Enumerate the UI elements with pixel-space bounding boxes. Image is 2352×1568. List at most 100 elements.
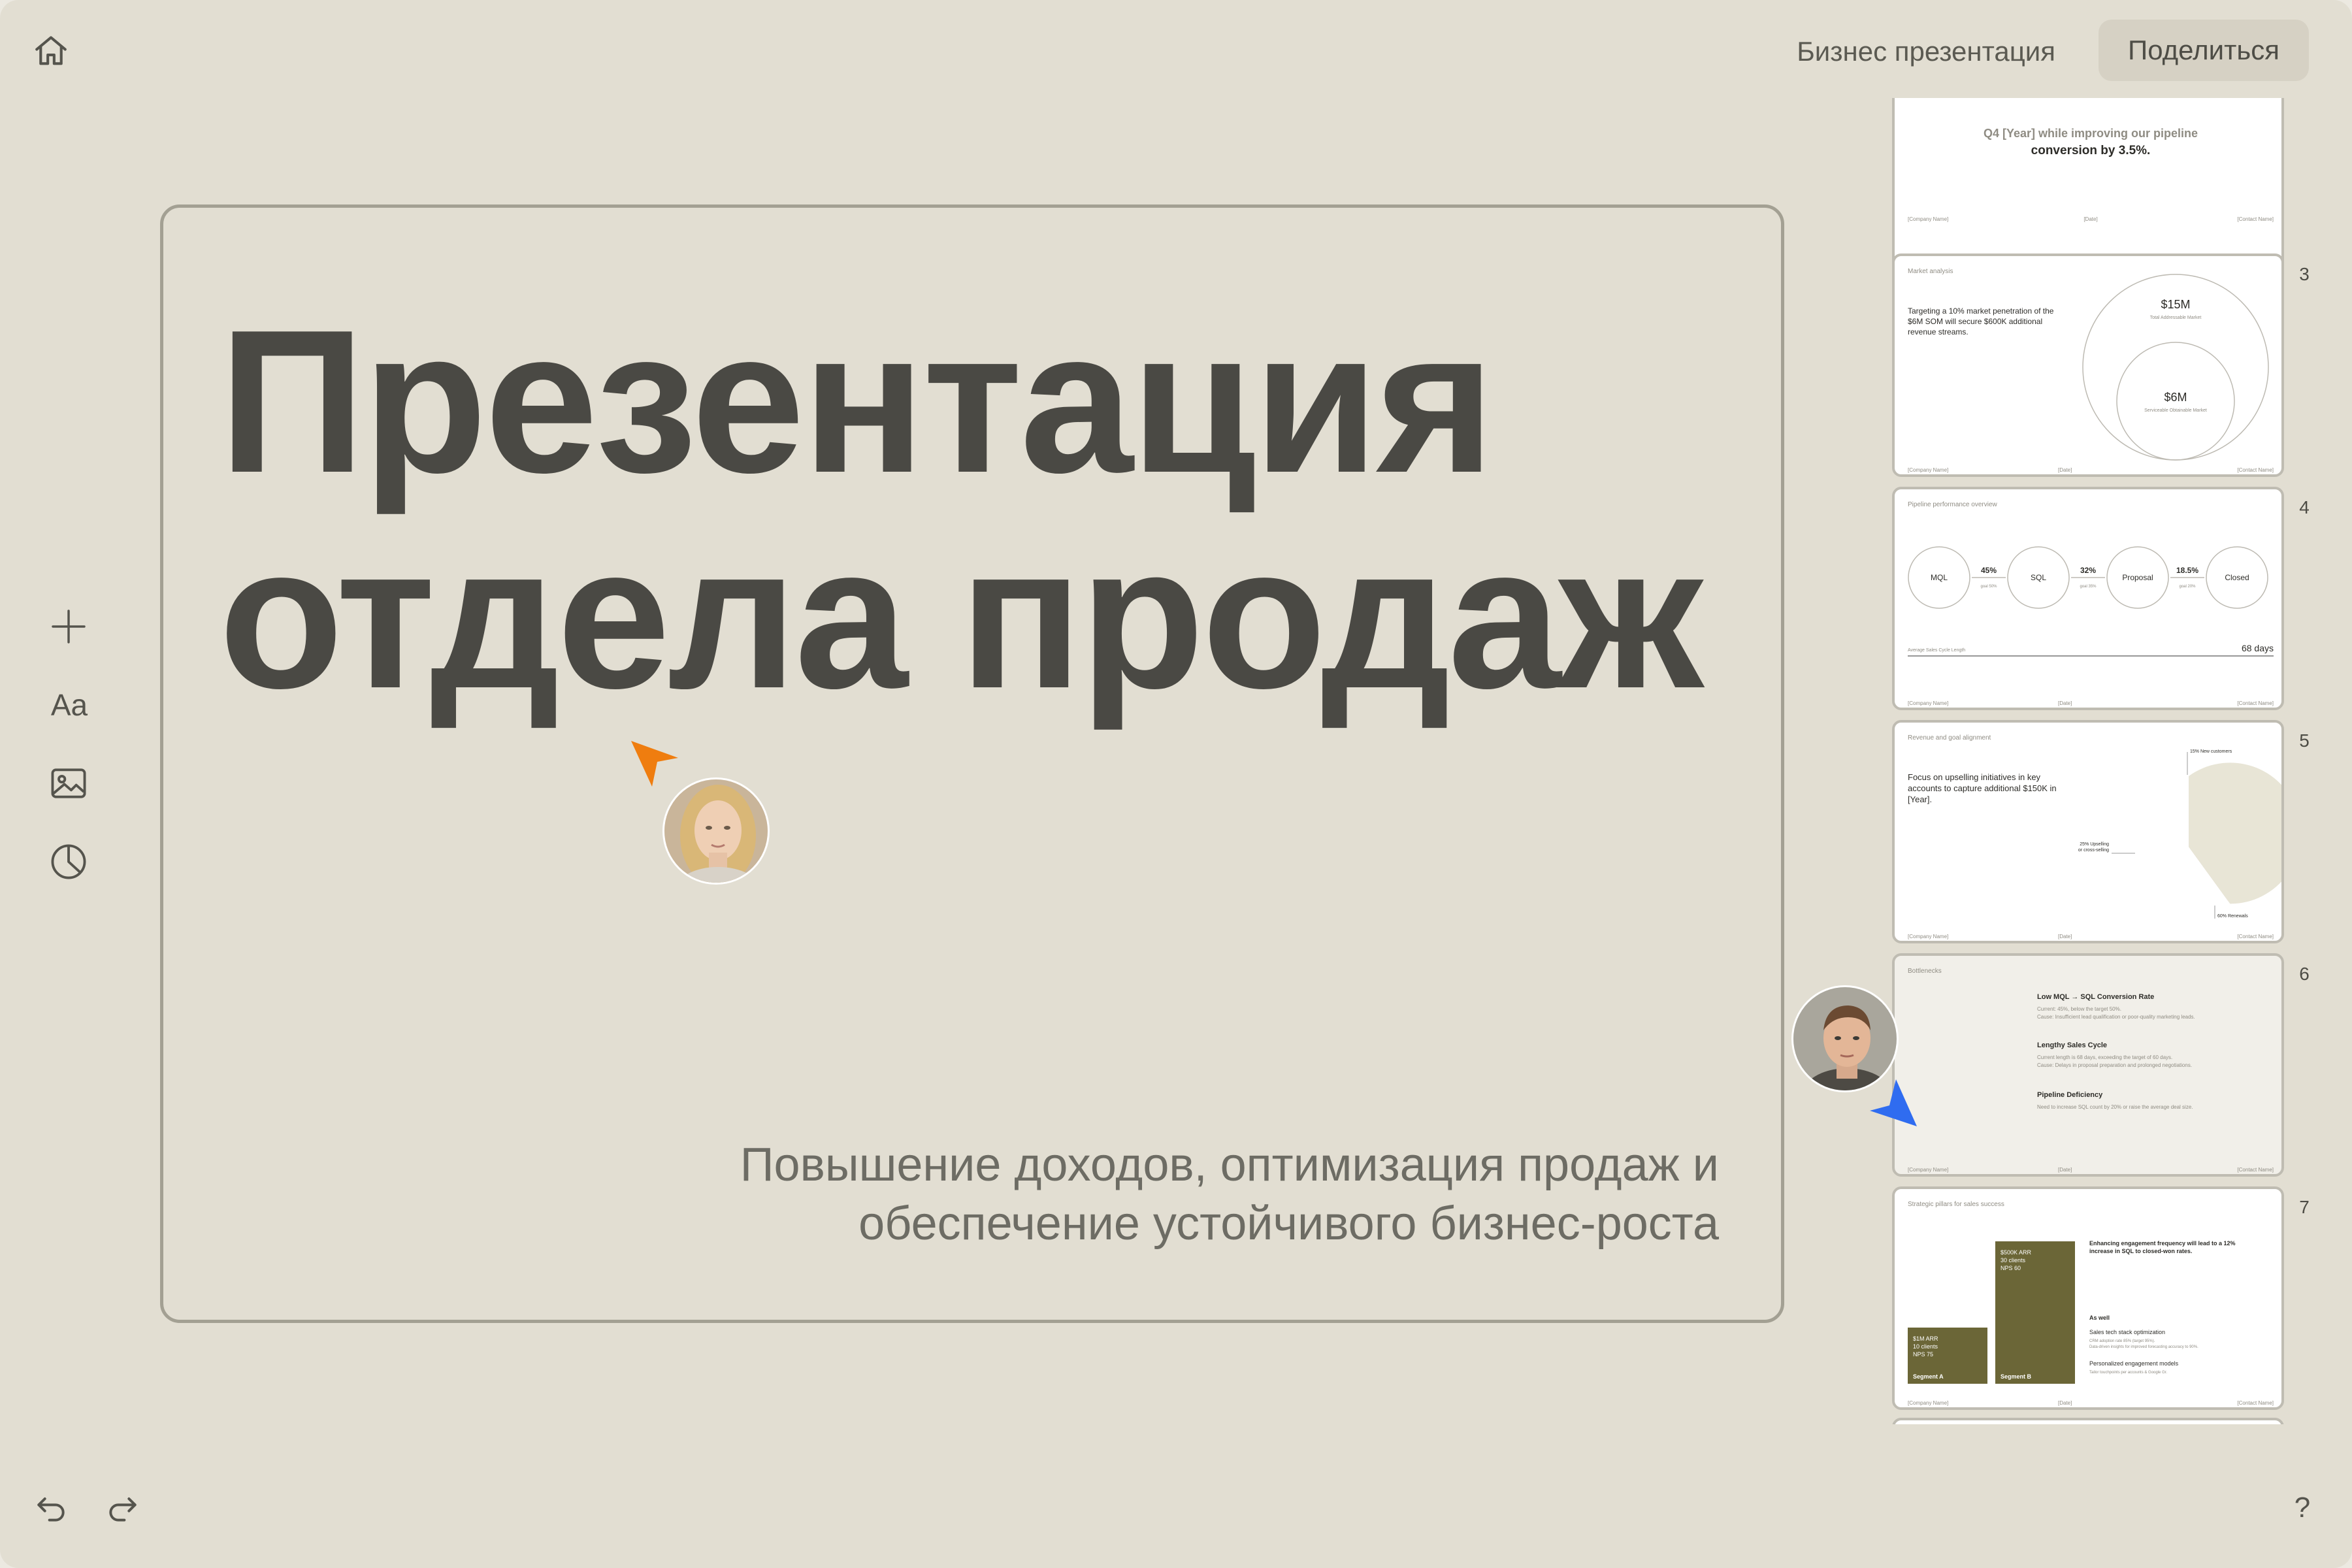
home-button[interactable] xyxy=(29,29,73,73)
collaborator-cursor-blue xyxy=(1867,1077,1919,1132)
thumb-7-opt-2-desc-1: Tailor touchpoints per accounts & Google… xyxy=(2089,1371,2167,1375)
thumb-5-footer-left: [Company Name] xyxy=(1908,934,1948,939)
thumb-number-7: 7 xyxy=(2299,1197,2310,1217)
thumb-4-goal-2: goal 35% xyxy=(2080,585,2097,589)
thumb-6-item-3-title: Pipeline Deficiency xyxy=(2037,1091,2103,1099)
thumb-7-seg-b-line-2: 30 clients xyxy=(2001,1257,2026,1264)
help-icon: ? xyxy=(2294,1492,2311,1524)
thumb-number-6: 6 xyxy=(2299,964,2310,984)
thumb-3-big-value: $15M xyxy=(2161,298,2190,311)
slide-thumbnail-4[interactable]: Pipeline performance overview MQL SQL Pr… xyxy=(1892,487,2284,710)
app-window: Бизнес презентация Поделиться Aa ? Презе… xyxy=(0,0,2352,1568)
thumb-6-item-1-title: Low MQL → SQL Conversion Rate xyxy=(2037,993,2154,1001)
thumb-2-text-2: conversion by 3.5%. xyxy=(2031,144,2151,157)
redo-icon xyxy=(105,1490,141,1526)
thumb-3-body-3: revenue streams. xyxy=(1908,327,1968,336)
slide-thumbnail-8[interactable] xyxy=(1892,1418,2284,1424)
thumb-4-goal-1: goal 50% xyxy=(1980,585,1997,589)
main-slide[interactable]: Презентация отдела продаж Повышение дохо… xyxy=(160,204,1784,1323)
slide-subtitle-line-1: Повышение доходов, оптимизация продаж и xyxy=(740,1139,1719,1191)
thumb-5-pie-slice-renewals xyxy=(2189,762,2281,904)
thumb-2-footer-left: [Company Name] xyxy=(1908,216,1948,222)
thumb-7-right-title-2: increase in SQL to closed-won rates. xyxy=(2089,1248,2192,1254)
thumb-7-seg-a-name: Segment A xyxy=(1913,1373,1944,1380)
thumb-6-item-2-line-2: Cause: Delays in proposal preparation an… xyxy=(2037,1062,2192,1068)
slide-title[interactable]: Презентация отдела продаж xyxy=(219,294,1703,731)
thumb-4-conv-2: 32% xyxy=(2080,566,2096,575)
thumb-4-stage-4-label: Closed xyxy=(2225,573,2249,582)
thumb-2-footer-mid: [Date] xyxy=(2083,216,2097,222)
thumb-7-seg-b-line-3: NPS 60 xyxy=(2001,1265,2021,1271)
thumb-5-body-3: [Year]. xyxy=(1908,794,1932,804)
slide-thumbnail-6[interactable]: Bottlenecks Low MQL → SQL Conversion Rat… xyxy=(1892,953,2284,1177)
thumb-5-pie-label-a: 15% New customers xyxy=(2190,749,2232,754)
thumb-6-footer-left: [Company Name] xyxy=(1908,1167,1948,1173)
thumb-5-pie-label-c: 60% Renewals xyxy=(2217,914,2248,919)
slide-thumbnail-7[interactable]: Strategic pillars for sales success $1M … xyxy=(1892,1186,2284,1410)
slide-thumbnails-panel[interactable]: Q4 [Year] while improving our pipeline c… xyxy=(1892,98,2295,1424)
document-title[interactable]: Бизнес презентация xyxy=(1797,31,2055,72)
slide-title-line-2: отдела продаж xyxy=(219,504,1703,731)
share-button[interactable]: Поделиться xyxy=(2099,20,2309,81)
thumb-7-seg-a-line-1: $1M ARR xyxy=(1913,1335,1938,1342)
thumb-3-body-1: Targeting a 10% market penetration of th… xyxy=(1908,306,2054,316)
undo-icon xyxy=(33,1490,69,1526)
thumb-7-seg-b-name: Segment B xyxy=(2001,1373,2032,1380)
thumb-7-footer-left: [Company Name] xyxy=(1908,1400,1948,1406)
thumb-4-stage-1-label: MQL xyxy=(1931,573,1948,582)
add-element-button[interactable] xyxy=(46,604,91,649)
thumb-5-pie-label-b1: 25% Upselling xyxy=(2080,842,2109,847)
thumb-3-body-2: $6M SOM will secure $600K additional xyxy=(1908,317,2042,326)
thumb-2-footer-right: [Contact Name] xyxy=(2237,216,2274,222)
thumb-4-stage-2-label: SQL xyxy=(2031,573,2046,582)
thumb-7-opt-1-desc-1: CRM adoption rate 85% (target 95%). xyxy=(2089,1339,2155,1343)
plus-icon xyxy=(48,606,90,647)
pie-chart-icon xyxy=(48,841,89,882)
slide-subtitle[interactable]: Повышение доходов, оптимизация продаж и … xyxy=(740,1135,1719,1253)
thumb-7-seg-b-line-1: $500K ARR xyxy=(2001,1249,2032,1256)
collaborator-avatar-woman xyxy=(662,777,770,885)
slide-thumbnail-3[interactable]: Market analysis Targeting a 10% market p… xyxy=(1892,253,2284,477)
undo-button[interactable] xyxy=(29,1486,73,1530)
thumb-6-item-1-line-2: Cause: Insufficient lead qualification o… xyxy=(2037,1014,2195,1020)
thumb-7-footer-mid: [Date] xyxy=(2058,1400,2072,1406)
thumb-4-cycle-value: 68 days xyxy=(2242,643,2274,653)
thumb-5-footer-right: [Contact Name] xyxy=(2237,934,2274,939)
redo-button[interactable] xyxy=(101,1486,145,1530)
thumb-5-pie-chart xyxy=(2189,762,2281,904)
thumb-5-pie-label-b2: or cross-selling xyxy=(2078,848,2109,853)
thumb-7-opt-2: Personalized engagement models xyxy=(2089,1360,2179,1367)
thumb-4-footer-right: [Contact Name] xyxy=(2237,700,2274,706)
thumb-7-seg-a-line-3: NPS 75 xyxy=(1913,1351,1933,1358)
collaborator-cursor-orange xyxy=(629,738,681,794)
text-tool-button[interactable]: Aa xyxy=(43,682,95,728)
thumb-3-small-value: $6M xyxy=(2164,391,2187,404)
image-tool-button[interactable] xyxy=(46,760,91,806)
thumb-3-small-label: Serviceable Obtainable Market xyxy=(2144,408,2207,413)
thumb-4-stage-3-label: Proposal xyxy=(2122,573,2153,582)
thumb-7-as-well: As well xyxy=(2089,1315,2110,1321)
slide-subtitle-line-2: обеспечение устойчивого бизнес-роста xyxy=(858,1198,1719,1250)
thumb-3-footer-mid: [Date] xyxy=(2058,467,2072,473)
thumb-3-footer-right: [Contact Name] xyxy=(2237,467,2274,473)
thumb-4-footer-mid: [Date] xyxy=(2058,700,2072,706)
thumb-7-right-title-1: Enhancing engagement frequency will lead… xyxy=(2089,1240,2236,1247)
thumb-7-opt-1: Sales tech stack optimization xyxy=(2089,1329,2165,1335)
thumb-6-item-3-line-1: Need to increase SQL count by 20% or rai… xyxy=(2037,1104,2193,1110)
thumb-2-text-1: Q4 [Year] while improving our pipeline xyxy=(1984,127,2198,140)
slide-thumbnail-5[interactable]: Revenue and goal alignment Focus on upse… xyxy=(1892,720,2284,943)
help-button[interactable]: ? xyxy=(2280,1486,2325,1530)
thumb-4-header: Pipeline performance overview xyxy=(1908,501,1998,508)
thumb-5-header: Revenue and goal alignment xyxy=(1908,734,1991,742)
text-tool-icon: Aa xyxy=(50,688,88,722)
home-icon xyxy=(32,32,70,70)
thumb-6-footer-right: [Contact Name] xyxy=(2237,1167,2274,1173)
thumb-7-opt-1-desc-2: Data-driven insights for improved foreca… xyxy=(2089,1345,2198,1349)
chart-tool-button[interactable] xyxy=(46,839,91,885)
thumb-6-item-2-title: Lengthy Sales Cycle xyxy=(2037,1041,2107,1049)
thumb-5-footer-mid: [Date] xyxy=(2058,934,2072,939)
thumb-3-big-label: Total Addressable Market xyxy=(2150,316,2202,320)
thumb-6-item-1-line-1: Current: 45%, below the target 50%. xyxy=(2037,1006,2121,1012)
thumb-6-footer-mid: [Date] xyxy=(2058,1167,2072,1173)
thumb-4-footer-left: [Company Name] xyxy=(1908,700,1948,706)
